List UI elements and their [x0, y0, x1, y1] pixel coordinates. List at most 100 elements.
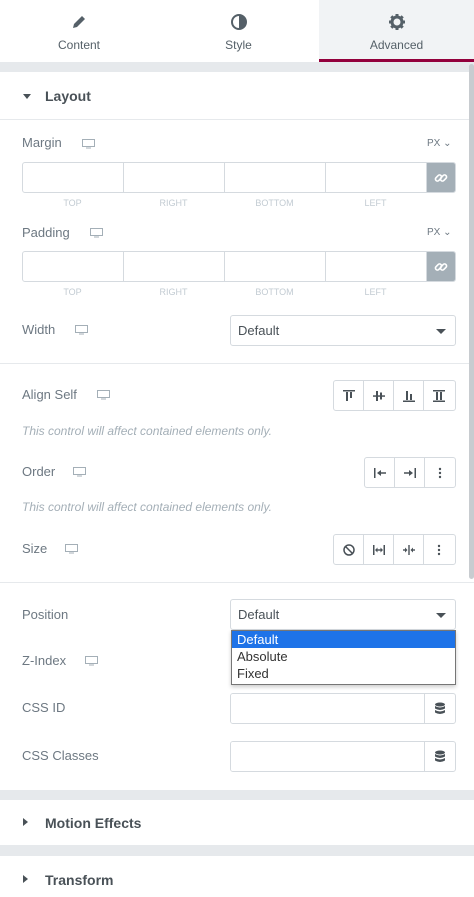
css-classes-input[interactable] — [231, 742, 424, 771]
css-classes-label: CSS Classes — [22, 748, 99, 763]
align-end-button[interactable] — [394, 381, 424, 410]
chevron-down-icon: ⌄ — [443, 227, 452, 238]
position-select[interactable]: Default — [230, 599, 456, 630]
margin-right-input[interactable] — [124, 163, 225, 192]
dropdown-arrow-icon — [436, 329, 446, 334]
padding-unit-select[interactable]: PX ⌄ — [427, 227, 452, 238]
expand-horizontal-icon — [372, 544, 385, 555]
size-label: Size — [22, 541, 48, 556]
order-buttons — [364, 457, 456, 488]
width-select[interactable]: Default — [230, 315, 456, 346]
dynamic-tags-button[interactable] — [424, 694, 455, 723]
tab-advanced-label: Advanced — [369, 38, 424, 52]
css-id-label: CSS ID — [22, 700, 66, 715]
link-icon — [434, 173, 448, 182]
position-option-default[interactable]: Default — [232, 631, 455, 648]
tab-content-label: Content — [57, 38, 101, 52]
tab-style-label: Style — [225, 38, 252, 52]
link-icon — [434, 262, 448, 271]
margin-link-button[interactable] — [427, 163, 455, 192]
arrow-to-start-icon — [373, 467, 386, 478]
position-label: Position — [22, 607, 69, 622]
section-transform-header[interactable]: Transform — [0, 856, 474, 897]
monitor-icon[interactable] — [73, 467, 86, 477]
contrast-icon — [230, 14, 247, 30]
side-label: BOTTOM — [255, 287, 294, 297]
pencil-icon — [73, 16, 85, 28]
align-self-label: Align Self — [22, 387, 77, 402]
side-label: TOP — [63, 287, 82, 297]
section-motion-effects-title: Motion Effects — [45, 815, 142, 831]
panel-tabs: Content Style Advanced — [0, 0, 474, 62]
padding-left-input[interactable] — [326, 252, 427, 281]
order-start-button[interactable] — [365, 458, 395, 487]
compress-horizontal-icon — [402, 544, 415, 555]
side-label: RIGHT — [159, 287, 188, 297]
section-motion-effects-header[interactable]: Motion Effects — [0, 800, 474, 846]
position-option-fixed[interactable]: Fixed — [232, 665, 455, 682]
divider — [0, 582, 474, 583]
margin-left-input[interactable] — [326, 163, 427, 192]
dropdown-arrow-icon — [436, 613, 446, 618]
side-label: BOTTOM — [255, 198, 294, 208]
order-end-button[interactable] — [395, 458, 425, 487]
monitor-icon[interactable] — [85, 656, 98, 666]
monitor-icon[interactable] — [90, 228, 103, 238]
gear-icon — [388, 14, 405, 30]
section-transform-title: Transform — [45, 872, 114, 888]
size-none-button[interactable] — [334, 535, 364, 564]
size-more-button[interactable] — [424, 535, 454, 564]
tabs-separator — [0, 62, 474, 72]
tab-style[interactable]: Style — [158, 0, 319, 62]
position-option-absolute[interactable]: Absolute — [232, 648, 455, 665]
section-layout-header[interactable]: Layout — [0, 72, 474, 120]
css-id-input[interactable] — [231, 694, 424, 723]
padding-link-button[interactable] — [427, 252, 455, 281]
divider — [0, 363, 474, 364]
align-bottom-icon — [402, 390, 415, 402]
database-icon — [435, 750, 445, 762]
align-start-button[interactable] — [334, 381, 364, 410]
section-layout-title: Layout — [45, 88, 91, 104]
dynamic-tags-button[interactable] — [424, 742, 455, 771]
caret-right-icon — [23, 875, 28, 883]
monitor-icon[interactable] — [65, 544, 78, 554]
margin-label: Margin — [22, 135, 62, 150]
margin-top-input[interactable] — [23, 163, 124, 192]
section-separator — [0, 846, 474, 856]
padding-top-input[interactable] — [23, 252, 124, 281]
margin-bottom-input[interactable] — [225, 163, 326, 192]
database-icon — [435, 702, 445, 714]
order-note: This control will affect contained eleme… — [22, 500, 272, 514]
margin-unit-select[interactable]: PX ⌄ — [427, 138, 452, 149]
chevron-down-icon: ⌄ — [443, 138, 452, 149]
size-grow-button[interactable] — [364, 535, 394, 564]
align-self-buttons — [333, 380, 456, 411]
padding-bottom-input[interactable] — [225, 252, 326, 281]
side-label: LEFT — [364, 198, 387, 208]
position-options-list: Default Absolute Fixed — [231, 630, 456, 685]
padding-right-input[interactable] — [124, 252, 225, 281]
padding-unit: PX — [427, 227, 441, 238]
monitor-icon[interactable] — [97, 390, 110, 400]
align-middle-icon — [372, 390, 385, 401]
side-label: LEFT — [364, 287, 387, 297]
order-more-button[interactable] — [425, 458, 455, 487]
panel-scrollbar[interactable] — [469, 64, 474, 579]
padding-inputs — [22, 251, 456, 282]
ban-icon — [342, 543, 355, 556]
monitor-icon[interactable] — [75, 325, 88, 335]
margin-inputs — [22, 162, 456, 193]
align-center-button[interactable] — [364, 381, 394, 410]
align-self-note: This control will affect contained eleme… — [22, 424, 272, 438]
monitor-icon[interactable] — [82, 139, 95, 149]
align-stretch-button[interactable] — [424, 381, 454, 410]
caret-down-icon — [23, 94, 31, 99]
section-separator — [0, 790, 474, 800]
tab-advanced[interactable]: Advanced — [319, 0, 474, 62]
size-shrink-button[interactable] — [394, 535, 424, 564]
arrow-to-end-icon — [403, 467, 416, 478]
size-buttons — [333, 534, 456, 565]
css-id-control — [230, 693, 456, 724]
tab-content[interactable]: Content — [0, 0, 158, 62]
